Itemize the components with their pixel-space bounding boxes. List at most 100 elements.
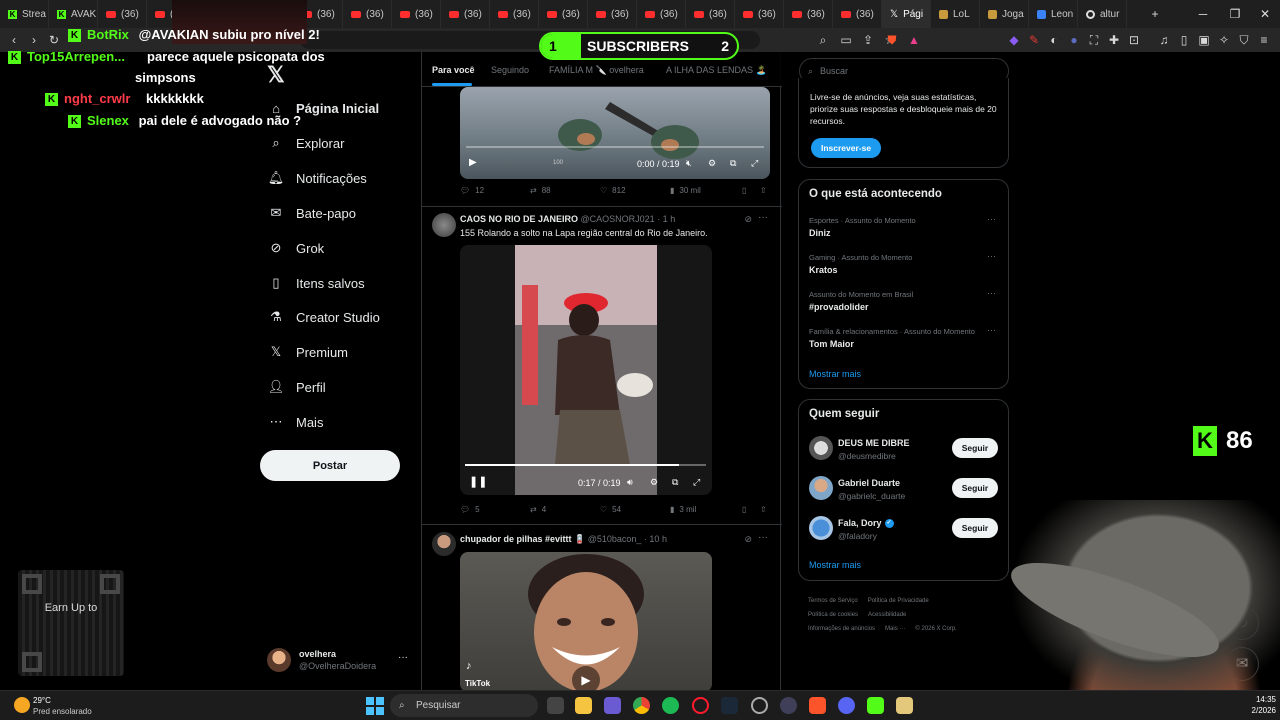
avatar[interactable] — [432, 213, 456, 237]
like-button[interactable]: ♡ 812 — [600, 186, 626, 195]
repost-button[interactable]: ⇄ 88 — [530, 186, 551, 195]
browser-tab[interactable]: (36) — [686, 0, 735, 28]
tweet-video[interactable]: ❚❚ 0:17 / 0:19 🔊︎ ⚙ ⧉ ⤢ — [460, 245, 712, 495]
avatar[interactable] — [809, 436, 833, 460]
tweet-author[interactable]: chupador de pilhas #evittt 🪫 @510bacon_ … — [460, 534, 667, 545]
bookmark-button[interactable]: ▯ — [742, 186, 746, 195]
app-icon[interactable] — [780, 697, 797, 714]
follow-button[interactable]: Seguir — [952, 438, 998, 458]
share-icon[interactable]: ⇪ — [860, 32, 876, 48]
post-button[interactable]: Postar — [260, 450, 400, 481]
browser-tab[interactable]: Joga — [980, 0, 1029, 28]
tab-familia-m[interactable]: FAMÍLIA M 🔪 ovelhera — [549, 65, 644, 76]
follow-name[interactable]: Gabriel Duarte — [838, 478, 900, 488]
clock[interactable]: 14:35 2/2026 — [1228, 694, 1276, 716]
pip-icon[interactable]: ⧉ — [730, 158, 736, 169]
reply-button[interactable]: 💬︎ 5 — [460, 505, 480, 514]
footer-link[interactable]: Acessibilidade — [868, 612, 906, 618]
subscribe-button[interactable]: Inscrever-se — [811, 138, 881, 158]
views-button[interactable]: ▮ 30 mil — [670, 186, 701, 195]
sidebar-item-creator-studio[interactable]: ⚗ Creator Studio — [268, 305, 380, 329]
views-button[interactable]: ▮ 3 mil — [670, 505, 696, 514]
sidebar-item-premium[interactable]: 𝕏 Premium — [268, 340, 348, 364]
sidebar-item-perfil[interactable]: 👤︎ Perfil — [268, 375, 326, 399]
tweet-video[interactable]: ▶ 100 0:00 / 0:19 🔇︎ ⚙ ⧉ ⤢ — [460, 87, 770, 179]
extension-icon[interactable]: ✎ — [1026, 32, 1042, 48]
like-button[interactable]: ♡ 54 — [600, 505, 621, 514]
browser-tab[interactable]: (36) — [637, 0, 686, 28]
footer-link[interactable]: Mais ··· — [885, 626, 905, 632]
browser-tab[interactable]: (36) — [392, 0, 441, 28]
settings-icon[interactable]: ⚙ — [650, 477, 658, 488]
tweet-author[interactable]: CAOS NO RIO DE JANEIRO @CAOSNORJ021 · 1 … — [460, 214, 675, 224]
pip-icon[interactable]: ⧉ — [672, 477, 678, 488]
screen-icon[interactable]: ▭ — [838, 32, 854, 48]
reply-button[interactable]: 💬︎ 12 — [460, 186, 484, 195]
steam-icon[interactable] — [721, 697, 738, 714]
leo-icon[interactable]: ✧ — [1216, 32, 1232, 48]
video-seek-bar[interactable] — [466, 146, 764, 148]
sidebar-item-notificações[interactable]: 🔔︎ Notificações — [268, 166, 367, 190]
repost-button[interactable]: ⇄ 4 — [530, 505, 546, 514]
more-icon[interactable]: ··· — [758, 212, 768, 223]
browser-tab[interactable]: (36) — [833, 0, 882, 28]
sidebar-item-bate-papo[interactable]: ✉ Bate-papo — [268, 201, 356, 225]
sidebar-item-itens-salvos[interactable]: ▯ Itens salvos — [268, 271, 364, 295]
menu-icon[interactable]: ≡ — [1256, 32, 1272, 48]
show-more-link[interactable]: Mostrar mais — [809, 560, 861, 570]
weather-widget[interactable]: 29°C Pred ensolarado — [12, 694, 132, 718]
tab-seguindo[interactable]: Seguindo — [491, 65, 529, 75]
more-icon[interactable]: ··· — [987, 325, 996, 335]
browser-tab[interactable]: (36) — [343, 0, 392, 28]
play-icon[interactable]: ▶ — [572, 666, 600, 690]
browser-tab[interactable]: (36) — [735, 0, 784, 28]
downloads-icon[interactable]: ⊡ — [1126, 32, 1142, 48]
browser-tab[interactable]: Leon — [1029, 0, 1078, 28]
extension-icon[interactable]: ⛶ — [1086, 32, 1102, 48]
music-icon[interactable]: ♫ — [1156, 32, 1172, 48]
brave-shield-icon[interactable]: ⛊ — [884, 32, 900, 48]
vpn-icon[interactable]: ⛉ — [1236, 32, 1252, 48]
tab-ilha-das-lendas[interactable]: A ILHA DAS LENDAS 🏝️ — [666, 65, 767, 76]
app-icon[interactable] — [896, 697, 913, 714]
file-explorer-icon[interactable] — [575, 697, 592, 714]
minimize-icon[interactable]: ─ — [1188, 0, 1218, 28]
more-icon[interactable]: ··· — [987, 251, 996, 261]
kick-icon[interactable] — [867, 697, 884, 714]
browser-tab[interactable]: (36) — [490, 0, 539, 28]
browser-tab[interactable]: LoL — [931, 0, 980, 28]
task-view-icon[interactable] — [547, 697, 564, 714]
more-icon[interactable]: ··· — [398, 652, 408, 663]
grok-icon[interactable]: ⊘ — [744, 534, 752, 545]
app-icon[interactable] — [604, 697, 621, 714]
opera-icon[interactable] — [692, 697, 709, 714]
zoom-icon[interactable]: ⌕ — [815, 32, 831, 48]
footer-link[interactable]: Informações de anúncios — [808, 626, 875, 632]
fullscreen-icon[interactable]: ⤢ — [751, 158, 758, 169]
taskbar-search[interactable]: ⌕ Pesquisar — [390, 694, 538, 717]
sidebar-item-grok[interactable]: ⊘ Grok — [268, 236, 325, 260]
trend-name[interactable]: Kratos — [809, 265, 838, 275]
puzzle-icon[interactable]: ✚ — [1106, 32, 1122, 48]
avatar[interactable] — [809, 516, 833, 540]
trend-name[interactable]: Tom Maior — [809, 339, 854, 349]
account-switcher[interactable]: ovelhera @OvelheraDoidera ··· — [266, 648, 412, 674]
more-icon[interactable]: ··· — [987, 288, 996, 298]
close-icon[interactable]: ✕ — [1250, 0, 1280, 28]
brave-rewards-icon[interactable]: ▲ — [906, 32, 922, 48]
sidebar-item-mais[interactable]: ⋯ Mais — [268, 410, 324, 434]
share-button[interactable]: ⇧ — [760, 505, 767, 514]
chrome-icon[interactable] — [633, 697, 650, 714]
more-icon[interactable]: ··· — [758, 532, 768, 543]
avatar[interactable] — [432, 532, 456, 556]
share-button[interactable]: ⇧ — [760, 186, 767, 195]
fullscreen-icon[interactable]: ⤢ — [693, 477, 700, 488]
footer-link[interactable]: © 2026 X Corp. — [915, 626, 956, 632]
windows-start-icon[interactable] — [366, 697, 384, 715]
grok-icon[interactable]: ⊘ — [744, 214, 752, 225]
maximize-icon[interactable]: ❐ — [1220, 0, 1250, 28]
spotify-icon[interactable] — [662, 697, 679, 714]
footer-link[interactable]: Termos de Serviço — [808, 598, 858, 604]
app-icon[interactable] — [751, 697, 768, 714]
browser-tab[interactable]: altur — [1078, 0, 1127, 28]
